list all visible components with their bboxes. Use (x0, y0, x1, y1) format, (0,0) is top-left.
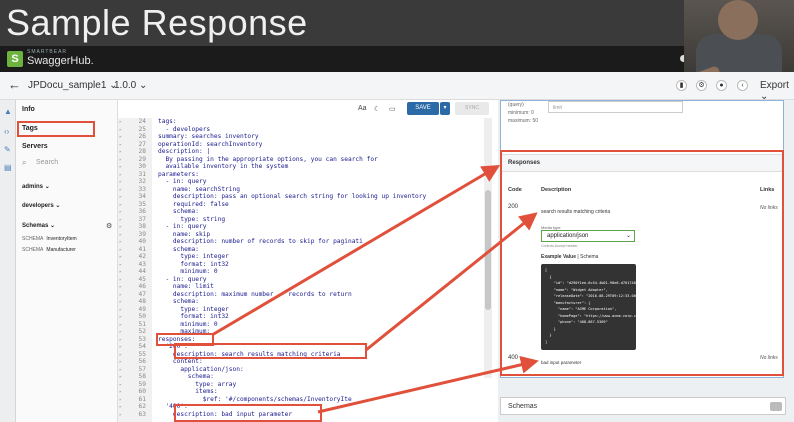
presenter-head (718, 0, 758, 40)
schemas-section-label: Schemas (508, 403, 538, 410)
screen: Sample Response S SMARTBEAR SwaggerHub. … (0, 0, 794, 422)
brand-label[interactable]: SwaggerHub. (27, 55, 94, 67)
schemas-settings-icon[interactable]: ⚙ (106, 222, 112, 230)
api-version-dropdown[interactable]: 1.0.0 ⌄ (114, 80, 147, 91)
export-dropdown[interactable]: Export ⌄ (760, 80, 794, 102)
docs-icon[interactable]: ▤ (4, 164, 12, 172)
editor-toolbar: Aa ☾ ▭ SAVE ▾ SYNC (118, 100, 498, 118)
nav-schemas-header[interactable]: Schemas ⌄ (22, 222, 55, 229)
highlight-400-description (174, 404, 322, 422)
swaggerhub-logo-icon[interactable]: S (7, 51, 23, 67)
code-area[interactable]: ▸ 24 tags: ▸ 25 - developers ▸ 26 summary: sear… (118, 118, 498, 422)
nav-item-info[interactable]: Info (22, 106, 35, 113)
fullscreen-icon[interactable]: ▭ (389, 105, 396, 113)
search-icon: ⌕ (22, 158, 27, 167)
tags-highlight-box (17, 121, 95, 137)
bell-icon[interactable]: ● (716, 80, 727, 91)
sync-button[interactable]: SYNC (455, 102, 489, 115)
nav-search-input[interactable]: ⌕ Search (20, 156, 112, 170)
navigation-panel: Info Tags Servers ⌕ Search admins ⌄ deve… (16, 100, 118, 422)
api-icon[interactable]: ▲ (4, 108, 12, 116)
edit-icon[interactable]: ✎ (4, 146, 12, 154)
left-icon-bar: ▲ ‹› ✎ ▤ (0, 100, 16, 422)
back-arrow-icon[interactable]: ← (8, 77, 21, 92)
nav-group-developers[interactable]: developers ⌄ (22, 202, 60, 209)
editor-scrollbar-thumb[interactable] (485, 190, 491, 310)
api-header: ← JPDocu_sample1 ⌄ 1.0.0 ⌄ ▮ ⚙ ● ‹ Expor… (0, 72, 794, 102)
schemas-section[interactable]: Schemas (500, 397, 786, 415)
nav-item-servers[interactable]: Servers (22, 143, 48, 150)
code-icon[interactable]: ‹› (4, 128, 12, 136)
schema-item-inventoryitem[interactable]: SCHEMA InventoryItem (22, 236, 77, 242)
theme-toggle-icon[interactable]: ☾ (374, 105, 380, 113)
param-in-label: (query) (508, 102, 524, 108)
param-min-label: minimum: 0 (508, 110, 534, 116)
fold-icon[interactable]: ▸ (119, 411, 122, 420)
yaml-editor[interactable]: Aa ☾ ▭ SAVE ▾ SYNC ▸ 24 tags: ▸ 25 - develop… (118, 100, 498, 422)
line-number: 63 (138, 410, 146, 418)
highlight-200-description (174, 343, 367, 359)
font-size-button[interactable]: Aa (358, 105, 367, 112)
api-name-dropdown[interactable]: JPDocu_sample1 ⌄ (28, 80, 118, 91)
highlight-responses-panel (500, 150, 784, 376)
save-button[interactable]: SAVE (407, 102, 439, 115)
settings-icon[interactable]: ⚙ (696, 80, 707, 91)
document-icon[interactable]: ▮ (676, 80, 687, 91)
swaggerhub-topbar: S SMARTBEAR SwaggerHub. (0, 46, 794, 72)
search-placeholder: Search (36, 159, 59, 166)
slide-title: Sample Response (6, 2, 308, 43)
limit-input[interactable]: limit (548, 101, 683, 113)
share-icon[interactable]: ‹ (737, 80, 748, 91)
save-options-dropdown[interactable]: ▾ (440, 102, 450, 115)
param-max-label: maximum: 50 (508, 118, 539, 124)
schema-item-manufacturer[interactable]: SCHEMA Manufacturer (22, 247, 76, 253)
chevron-down-icon[interactable] (770, 402, 782, 411)
nav-group-admins[interactable]: admins ⌄ (22, 183, 50, 190)
